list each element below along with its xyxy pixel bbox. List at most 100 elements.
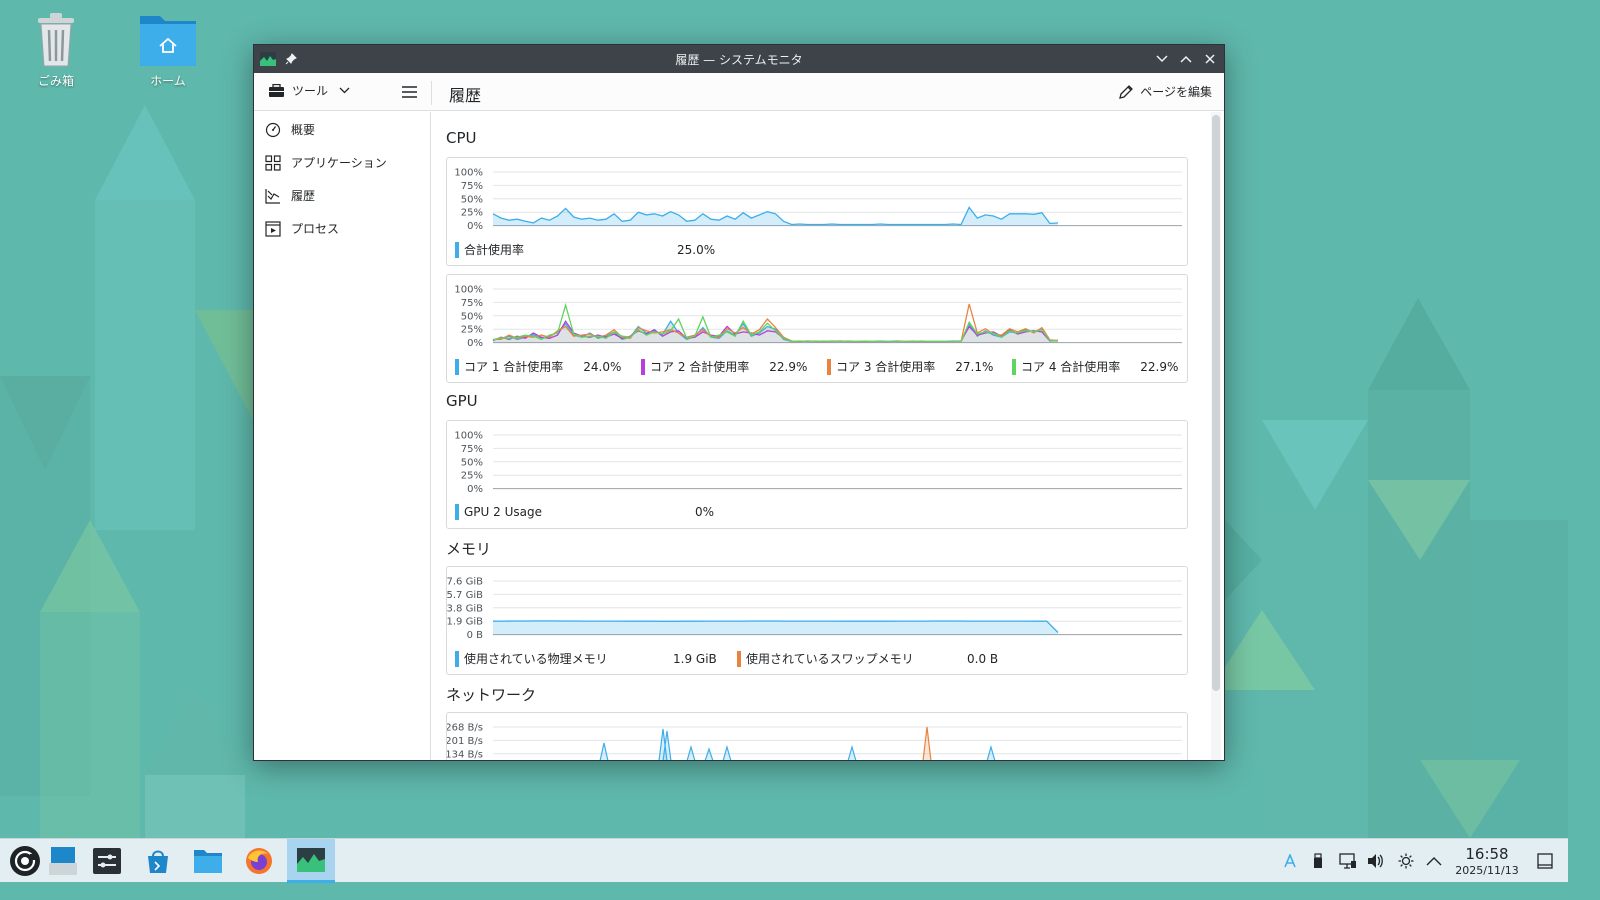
- discover-icon: [148, 850, 168, 873]
- legend-label: 合計使用率: [464, 243, 525, 257]
- hamburger-menu-icon[interactable]: [401, 84, 418, 103]
- close-button[interactable]: [1201, 50, 1219, 68]
- legend-swatch: [455, 650, 459, 667]
- sidebar-item-history[interactable]: 履歴: [254, 179, 430, 212]
- legend-value: 27.1%: [955, 359, 994, 374]
- gpu-chart: 100% 75% 50% 25% 0%: [454, 431, 1182, 495]
- section-title-memory: メモリ: [446, 540, 492, 558]
- show-desktop-peek-icon[interactable]: [1535, 851, 1555, 871]
- process-icon: [264, 220, 282, 238]
- sidebar-item-label: 履歴: [291, 189, 316, 203]
- section-title-network: ネットワーク: [446, 686, 537, 704]
- legend-label: GPU 2 Usage: [464, 505, 542, 519]
- y-tick-label: 50%: [461, 457, 483, 468]
- legend-label: コア 3 合計使用率: [836, 360, 936, 374]
- file-manager-button[interactable]: [185, 839, 231, 883]
- legend-swatch: [455, 358, 459, 375]
- legend-value: 24.0%: [583, 359, 622, 374]
- y-tick-label: 0%: [467, 221, 483, 232]
- y-tick-label: 100%: [454, 285, 483, 296]
- legend-label: コア 1 合計使用率: [464, 360, 564, 374]
- legend-core-3: コア 3 合計使用率 27.1%: [827, 358, 993, 375]
- opensuse-icon: [10, 846, 40, 876]
- y-tick-label: 3.8 GiB: [447, 603, 483, 614]
- y-tick-label: 1.9 GiB: [447, 617, 483, 628]
- network-chart: 268 B/s 201 B/s 134 B/s: [447, 723, 1182, 760]
- y-tick-label: 5.7 GiB: [447, 590, 483, 601]
- toolbar-separator: [431, 81, 432, 105]
- sidebar-item-overview[interactable]: 概要: [254, 113, 430, 146]
- ime-icon[interactable]: [1280, 851, 1300, 871]
- legend-core-2: コア 2 合計使用率 22.9%: [641, 358, 807, 375]
- legend-value: 22.9%: [769, 359, 808, 374]
- y-tick-label: 7.6 GiB: [447, 577, 483, 588]
- network-spike: [704, 747, 714, 760]
- file-manager-icon: [194, 850, 222, 873]
- usb-icon[interactable]: [1308, 851, 1328, 871]
- legend-value: 0%: [695, 505, 715, 519]
- sidebar-item-label: 概要: [291, 123, 316, 137]
- system-monitor-window: 履歴 — システムモニタ ツール 履歴 ページを編集 概要 アプリケーション 履…: [253, 44, 1225, 761]
- show-desktop-button[interactable]: [40, 839, 86, 883]
- legend-core-4: コア 4 合計使用率 22.9%: [1012, 358, 1178, 375]
- taskbar: 16:58 2025/11/13: [0, 838, 1568, 883]
- desktop-icon-home[interactable]: ホーム: [126, 10, 210, 89]
- clock-date: 2025/11/13: [1455, 864, 1519, 877]
- minimize-button[interactable]: [1153, 50, 1171, 68]
- legend-label: コア 2 合計使用率: [650, 360, 750, 374]
- legend-swatch: [455, 241, 459, 258]
- desktop-icon-label: ごみ箱: [37, 74, 74, 88]
- firefox-button[interactable]: [236, 839, 282, 883]
- sidebar-item-processes[interactable]: プロセス: [254, 212, 430, 245]
- section-title-gpu: GPU: [446, 392, 478, 410]
- trash-icon: [38, 13, 74, 67]
- legend-value: 0.0 B: [967, 651, 999, 666]
- desktop-icon-trash[interactable]: ごみ箱: [14, 10, 98, 89]
- legend-label: コア 4 合計使用率: [1021, 360, 1121, 374]
- tray-expand-icon[interactable]: [1424, 851, 1444, 871]
- series-area: [493, 620, 1058, 635]
- cpu-total-panel: 100% 75% 50% 25% 0% 合計使用率 25.0%: [446, 157, 1188, 266]
- y-tick-label: 75%: [461, 444, 483, 455]
- y-tick-label: 100%: [454, 168, 483, 179]
- brightness-icon[interactable]: [1396, 851, 1416, 871]
- y-tick-label: 75%: [461, 181, 483, 192]
- home-folder-icon: [140, 16, 196, 66]
- cpu-total-chart: 100% 75% 50% 25% 0%: [454, 168, 1182, 232]
- y-tick-label: 75%: [461, 298, 483, 309]
- cpu-cores-chart: 100% 75% 50% 25% 0%: [454, 285, 1182, 349]
- legend-value: 22.9%: [1140, 359, 1179, 374]
- chevron-down-icon: [339, 87, 350, 94]
- system-settings-button[interactable]: [84, 839, 130, 883]
- page-title: 履歴: [449, 86, 482, 105]
- legend-physical-memory: 使用されている物理メモリ 1.9 GiB: [455, 650, 717, 667]
- window-titlebar[interactable]: 履歴 — システムモニタ: [254, 45, 1224, 73]
- edit-page-button[interactable]: ページを編集: [1118, 83, 1212, 100]
- gauge-icon: [264, 121, 282, 139]
- system-monitor-task[interactable]: [287, 839, 335, 883]
- y-tick-label: 100%: [454, 431, 483, 442]
- legend-label: 使用されているスワップメモリ: [746, 652, 914, 666]
- digital-clock[interactable]: 16:58 2025/11/13: [1444, 845, 1530, 877]
- scrollbar-thumb[interactable]: [1212, 115, 1220, 691]
- y-tick-label: 25%: [461, 325, 483, 336]
- tools-menu-button[interactable]: ツール: [268, 82, 350, 99]
- sidebar-item-label: プロセス: [291, 222, 340, 236]
- legend-value: 1.9 GiB: [673, 651, 717, 666]
- y-tick-label: 0%: [467, 338, 483, 349]
- system-monitor-icon: [297, 847, 325, 872]
- apps-grid-icon: [264, 154, 282, 172]
- y-tick-label: 0%: [467, 484, 483, 495]
- sidebar-item-applications[interactable]: アプリケーション: [254, 146, 430, 179]
- legend-swatch: [1012, 358, 1016, 375]
- chart-line-icon: [264, 187, 282, 205]
- discover-button[interactable]: [135, 839, 181, 883]
- network-icon[interactable]: [1338, 851, 1358, 871]
- legend-label: 使用されている物理メモリ: [464, 652, 608, 666]
- volume-icon[interactable]: [1366, 851, 1386, 871]
- legend-gpu: GPU 2 Usage 0%: [455, 504, 714, 520]
- network-panel: 268 B/s 201 B/s 134 B/s: [446, 712, 1188, 760]
- window-title: 履歴 — システムモニタ: [675, 53, 803, 67]
- maximize-button[interactable]: [1177, 50, 1195, 68]
- y-tick-label: 50%: [461, 311, 483, 322]
